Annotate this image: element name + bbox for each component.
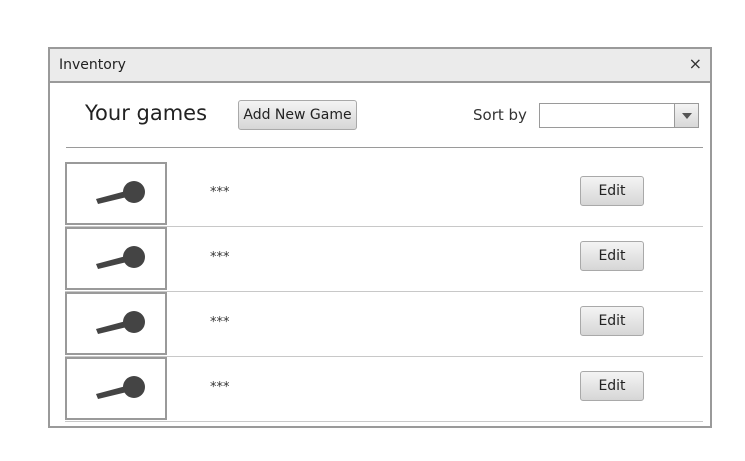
games-list: *** Edit *** Edit *** Edit *** Edit <box>65 162 703 422</box>
game-name: *** <box>210 185 230 200</box>
game-name: *** <box>210 380 230 395</box>
page-title: Your games <box>85 101 208 125</box>
list-item: *** Edit <box>65 292 703 357</box>
game-controller-icon <box>96 311 145 334</box>
close-icon[interactable]: × <box>689 56 702 72</box>
edit-button[interactable]: Edit <box>580 241 644 271</box>
sort-select[interactable] <box>539 103 699 128</box>
chevron-down-icon[interactable] <box>674 104 698 127</box>
game-controller-icon <box>96 246 145 269</box>
game-thumbnail[interactable] <box>65 227 167 290</box>
edit-button[interactable]: Edit <box>580 371 644 401</box>
game-name: *** <box>210 250 230 265</box>
game-thumbnail[interactable] <box>65 162 167 225</box>
game-name: *** <box>210 315 230 330</box>
game-controller-icon <box>96 376 145 399</box>
add-new-game-button[interactable]: Add New Game <box>238 100 357 130</box>
edit-button[interactable]: Edit <box>580 306 644 336</box>
inventory-window: Inventory × Your games Add New Game Sort… <box>48 47 712 428</box>
header-divider <box>66 147 703 148</box>
list-item: *** Edit <box>65 162 703 227</box>
window-title: Inventory <box>59 57 126 73</box>
window-titlebar[interactable]: Inventory × <box>50 49 710 83</box>
game-controller-icon <box>96 181 145 204</box>
edit-button[interactable]: Edit <box>580 176 644 206</box>
game-thumbnail[interactable] <box>65 357 167 420</box>
game-thumbnail[interactable] <box>65 292 167 355</box>
list-item: *** Edit <box>65 357 703 422</box>
list-item: *** Edit <box>65 227 703 292</box>
sort-label: Sort by <box>473 106 527 124</box>
